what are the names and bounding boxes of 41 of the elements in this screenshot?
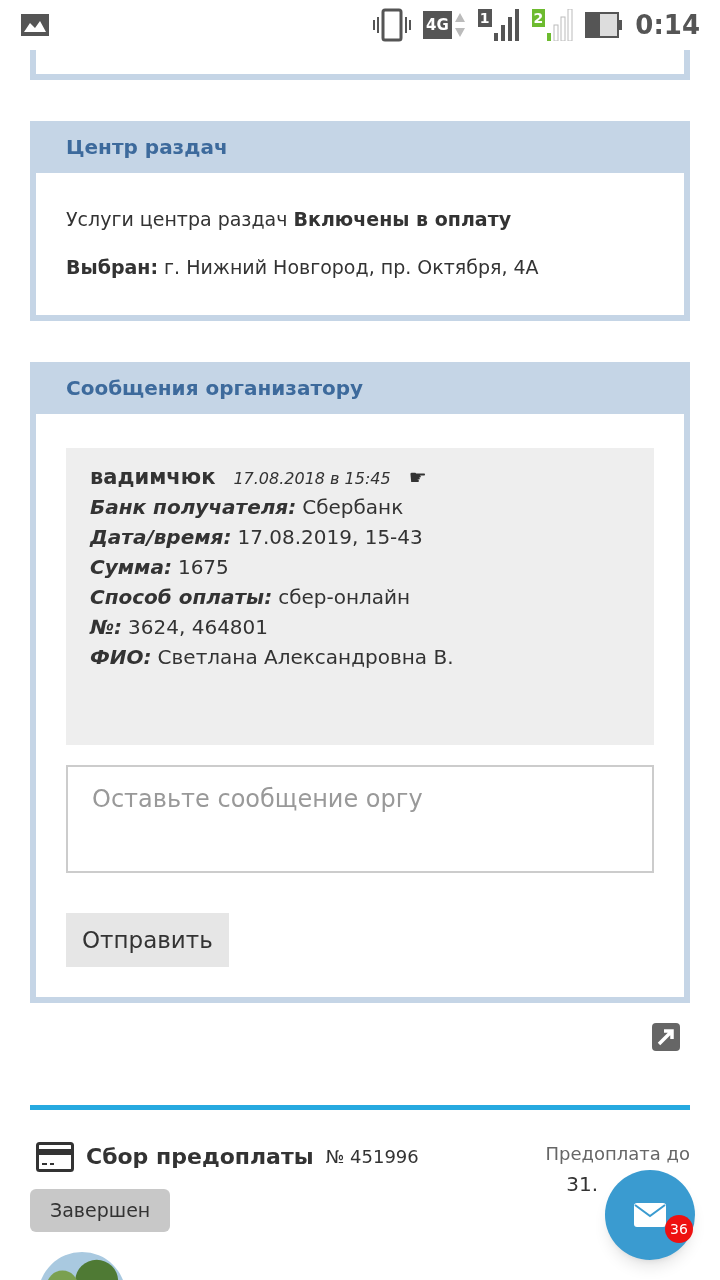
section-title: Сообщения организатору (66, 375, 364, 402)
message-input[interactable]: Оставьте сообщение оргу (66, 765, 654, 873)
clock: 0:14 (635, 8, 700, 42)
battery-icon (585, 12, 624, 38)
purchase-title: Сбор предоплаты (86, 1143, 314, 1171)
status-badge: Завершен (30, 1189, 171, 1232)
send-button[interactable]: Отправить (66, 913, 229, 967)
field-label: Банк получателя: (90, 494, 297, 521)
message-date: 17.08.2018 в 15:45 (233, 468, 391, 490)
external-link-icon[interactable] (652, 1023, 680, 1051)
field-value: 3624, 464801 (128, 614, 269, 641)
field-value: Сбербанк (302, 494, 404, 521)
deadline-label: Предоплата до (545, 1142, 690, 1166)
messages-fab[interactable]: 36 (605, 1170, 695, 1260)
field-label: Дата/время: (90, 524, 232, 551)
section-title: Центр раздач (66, 134, 228, 161)
unread-badge: 36 (665, 1215, 693, 1243)
deadline-date: 31. (566, 1171, 599, 1198)
signal-icon (493, 9, 520, 41)
vibrate-icon (373, 8, 412, 42)
field-label: Сумма: (90, 554, 172, 581)
sim-label: 1 (477, 9, 492, 27)
author-name: вадимчюк (90, 464, 216, 491)
field-value: сбер-онлайн (278, 584, 411, 611)
info-text: Услуги центра раздач Включены в оплату (66, 207, 513, 231)
sim-label: 2 (531, 9, 546, 27)
data-arrows-icon (453, 11, 466, 39)
field-label: №: (90, 614, 123, 641)
reply-icon: ☛ (408, 462, 427, 492)
mail-icon (634, 1203, 666, 1227)
network-type: 4G (423, 11, 452, 39)
purchase-number: № 451996 (325, 1145, 419, 1169)
credit-card-icon (36, 1141, 74, 1172)
field-value: Светлана Александровна В. (157, 644, 454, 671)
info-text: Выбран: г. Нижний Новгород, пр. Октября, 4А (66, 255, 540, 279)
field-value: 17.08.2019, 15-43 (237, 524, 423, 551)
field-label: Способ оплаты: (90, 584, 273, 611)
field-label: ФИО: (90, 644, 152, 671)
signal-icon (547, 9, 574, 41)
image-icon (20, 13, 50, 37)
field-value: 1675 (177, 554, 229, 581)
